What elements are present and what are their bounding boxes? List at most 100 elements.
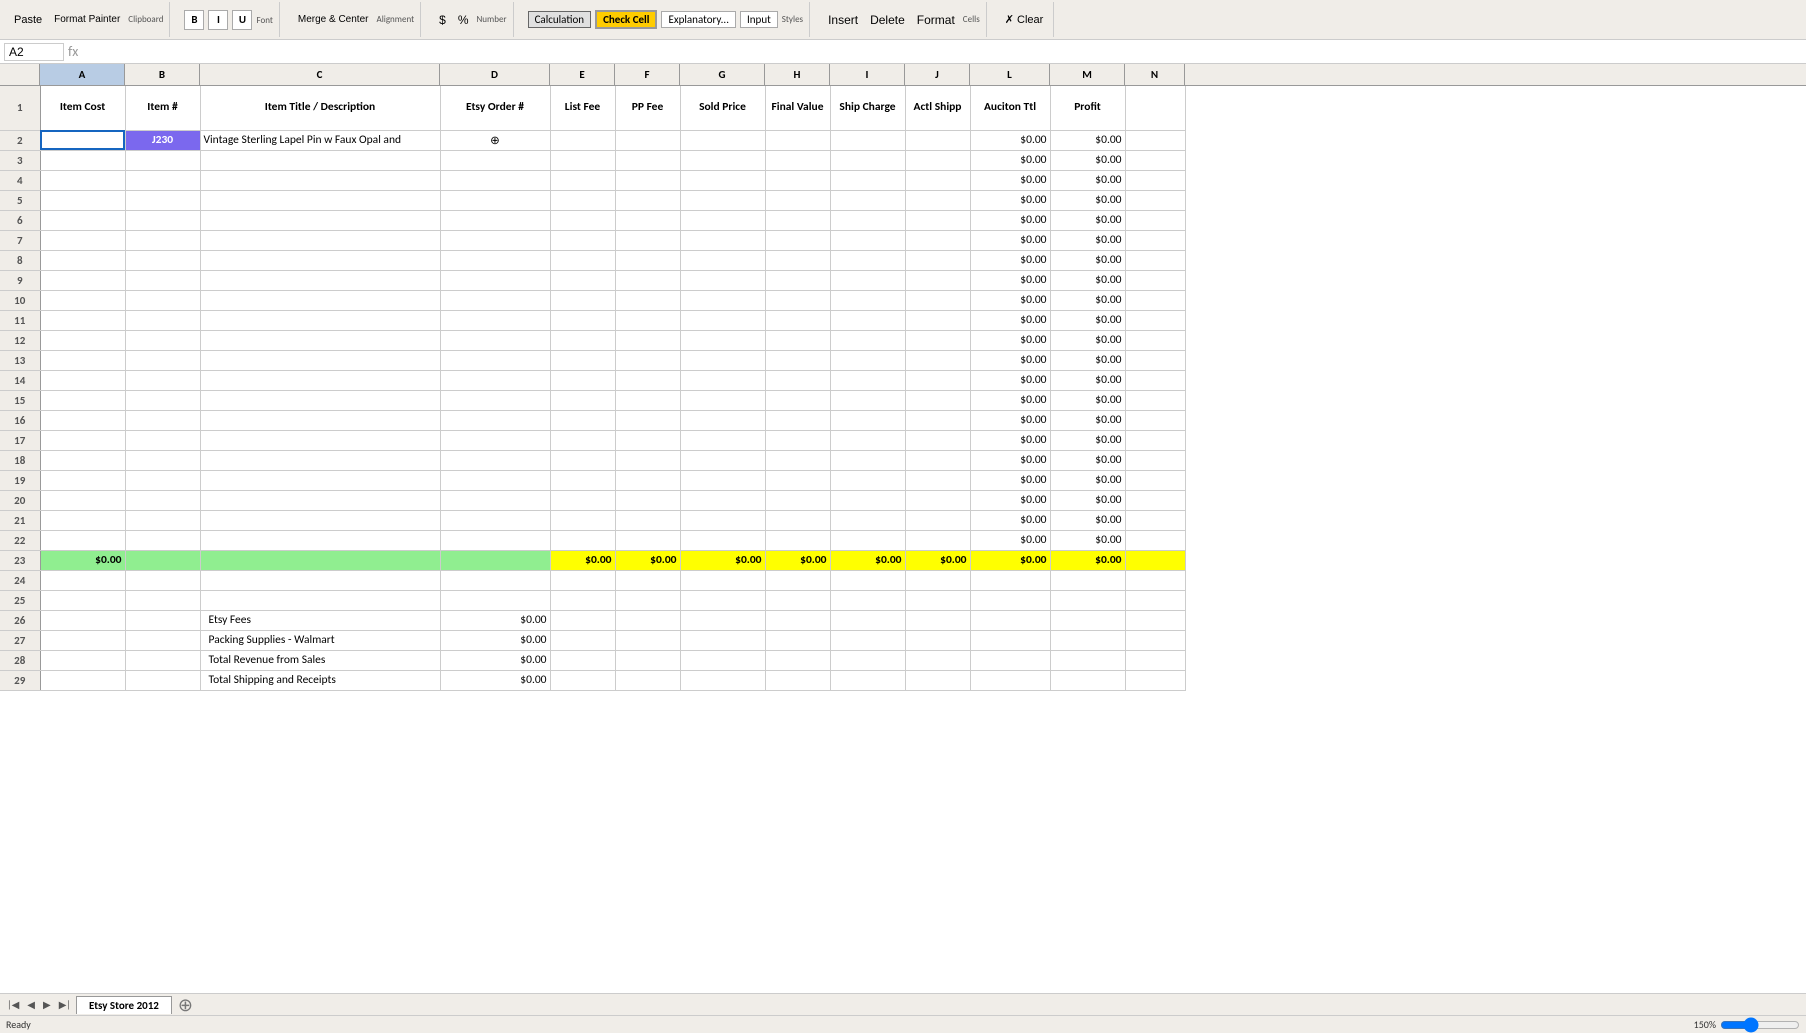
- italic-button[interactable]: I: [208, 10, 228, 30]
- cell-C16[interactable]: [200, 410, 440, 430]
- cell-D14[interactable]: [440, 370, 550, 390]
- cell-J18[interactable]: [905, 450, 970, 470]
- cell-H6[interactable]: [765, 210, 830, 230]
- explanatory-button[interactable]: Explanatory...: [661, 11, 736, 28]
- cell-N11[interactable]: [1125, 310, 1185, 330]
- cell-I28[interactable]: [830, 650, 905, 670]
- cell-M18[interactable]: $0.00: [1050, 450, 1125, 470]
- cell-J24[interactable]: [905, 570, 970, 590]
- cell-F5[interactable]: [615, 190, 680, 210]
- cell-F10[interactable]: [615, 290, 680, 310]
- cell-N3[interactable]: [1125, 150, 1185, 170]
- col-header-F[interactable]: F: [615, 64, 680, 85]
- cell-J2[interactable]: [905, 130, 970, 150]
- cell-H10[interactable]: [765, 290, 830, 310]
- cell-L20[interactable]: $0.00: [970, 490, 1050, 510]
- cell-N6[interactable]: [1125, 210, 1185, 230]
- cell-N7[interactable]: [1125, 230, 1185, 250]
- cell-D22[interactable]: [440, 530, 550, 550]
- check-cell-button[interactable]: Check Cell: [595, 10, 657, 29]
- cell-I13[interactable]: [830, 350, 905, 370]
- cell-H20[interactable]: [765, 490, 830, 510]
- cell-L19[interactable]: $0.00: [970, 470, 1050, 490]
- cell-E23[interactable]: $0.00: [550, 550, 615, 570]
- cell-L9[interactable]: $0.00: [970, 270, 1050, 290]
- cell-C19[interactable]: [200, 470, 440, 490]
- cell-F4[interactable]: [615, 170, 680, 190]
- cell-J29[interactable]: [905, 670, 970, 690]
- cell-C28[interactable]: Total Revenue from Sales: [200, 650, 440, 670]
- cell-B6[interactable]: [125, 210, 200, 230]
- cell-E29[interactable]: [550, 670, 615, 690]
- cell-L26[interactable]: [970, 610, 1050, 630]
- cell-A16[interactable]: [40, 410, 125, 430]
- cell-M19[interactable]: $0.00: [1050, 470, 1125, 490]
- cell-J15[interactable]: [905, 390, 970, 410]
- cell-D17[interactable]: [440, 430, 550, 450]
- cell-C13[interactable]: [200, 350, 440, 370]
- cell-C3[interactable]: [200, 150, 440, 170]
- cell-A24[interactable]: [40, 570, 125, 590]
- cell-H9[interactable]: [765, 270, 830, 290]
- cell-L8[interactable]: $0.00: [970, 250, 1050, 270]
- cell-H12[interactable]: [765, 330, 830, 350]
- cell-D18[interactable]: [440, 450, 550, 470]
- cell-M3[interactable]: $0.00: [1050, 150, 1125, 170]
- cell-C14[interactable]: [200, 370, 440, 390]
- cell-G5[interactable]: [680, 190, 765, 210]
- cell-I23[interactable]: $0.00: [830, 550, 905, 570]
- cell-A21[interactable]: [40, 510, 125, 530]
- cell-M6[interactable]: $0.00: [1050, 210, 1125, 230]
- cell-E12[interactable]: [550, 330, 615, 350]
- cell-E8[interactable]: [550, 250, 615, 270]
- cell-C9[interactable]: [200, 270, 440, 290]
- cell-I21[interactable]: [830, 510, 905, 530]
- cell-E9[interactable]: [550, 270, 615, 290]
- cell-C20[interactable]: [200, 490, 440, 510]
- cell-D7[interactable]: [440, 230, 550, 250]
- cell-F13[interactable]: [615, 350, 680, 370]
- cell-L21[interactable]: $0.00: [970, 510, 1050, 530]
- cell-F24[interactable]: [615, 570, 680, 590]
- header-item-title[interactable]: Item Title / Description: [200, 86, 440, 130]
- cell-J17[interactable]: [905, 430, 970, 450]
- cell-E28[interactable]: [550, 650, 615, 670]
- cell-D10[interactable]: [440, 290, 550, 310]
- paste-button[interactable]: Paste: [10, 12, 46, 28]
- cell-J7[interactable]: [905, 230, 970, 250]
- cell-J14[interactable]: [905, 370, 970, 390]
- cell-B17[interactable]: [125, 430, 200, 450]
- dollar-button[interactable]: $: [435, 11, 450, 29]
- cell-H17[interactable]: [765, 430, 830, 450]
- cell-L18[interactable]: $0.00: [970, 450, 1050, 470]
- cell-I20[interactable]: [830, 490, 905, 510]
- percent-button[interactable]: %: [454, 11, 473, 29]
- cell-M13[interactable]: $0.00: [1050, 350, 1125, 370]
- cell-F9[interactable]: [615, 270, 680, 290]
- cell-B3[interactable]: [125, 150, 200, 170]
- cell-G18[interactable]: [680, 450, 765, 470]
- cell-N14[interactable]: [1125, 370, 1185, 390]
- cell-G23[interactable]: $0.00: [680, 550, 765, 570]
- cell-I29[interactable]: [830, 670, 905, 690]
- cell-G14[interactable]: [680, 370, 765, 390]
- cell-D15[interactable]: [440, 390, 550, 410]
- cell-H13[interactable]: [765, 350, 830, 370]
- cell-H11[interactable]: [765, 310, 830, 330]
- cell-F29[interactable]: [615, 670, 680, 690]
- cell-B5[interactable]: [125, 190, 200, 210]
- cell-J22[interactable]: [905, 530, 970, 550]
- cell-E7[interactable]: [550, 230, 615, 250]
- cell-H29[interactable]: [765, 670, 830, 690]
- cell-A17[interactable]: [40, 430, 125, 450]
- cell-E15[interactable]: [550, 390, 615, 410]
- cell-D13[interactable]: [440, 350, 550, 370]
- cell-H19[interactable]: [765, 470, 830, 490]
- col-header-D[interactable]: D: [440, 64, 550, 85]
- cell-M5[interactable]: $0.00: [1050, 190, 1125, 210]
- sheet-tab-etsy-store[interactable]: Etsy Store 2012: [76, 996, 172, 1014]
- cell-D24[interactable]: [440, 570, 550, 590]
- cell-N27[interactable]: [1125, 630, 1185, 650]
- cell-L16[interactable]: $0.00: [970, 410, 1050, 430]
- cell-L23[interactable]: $0.00: [970, 550, 1050, 570]
